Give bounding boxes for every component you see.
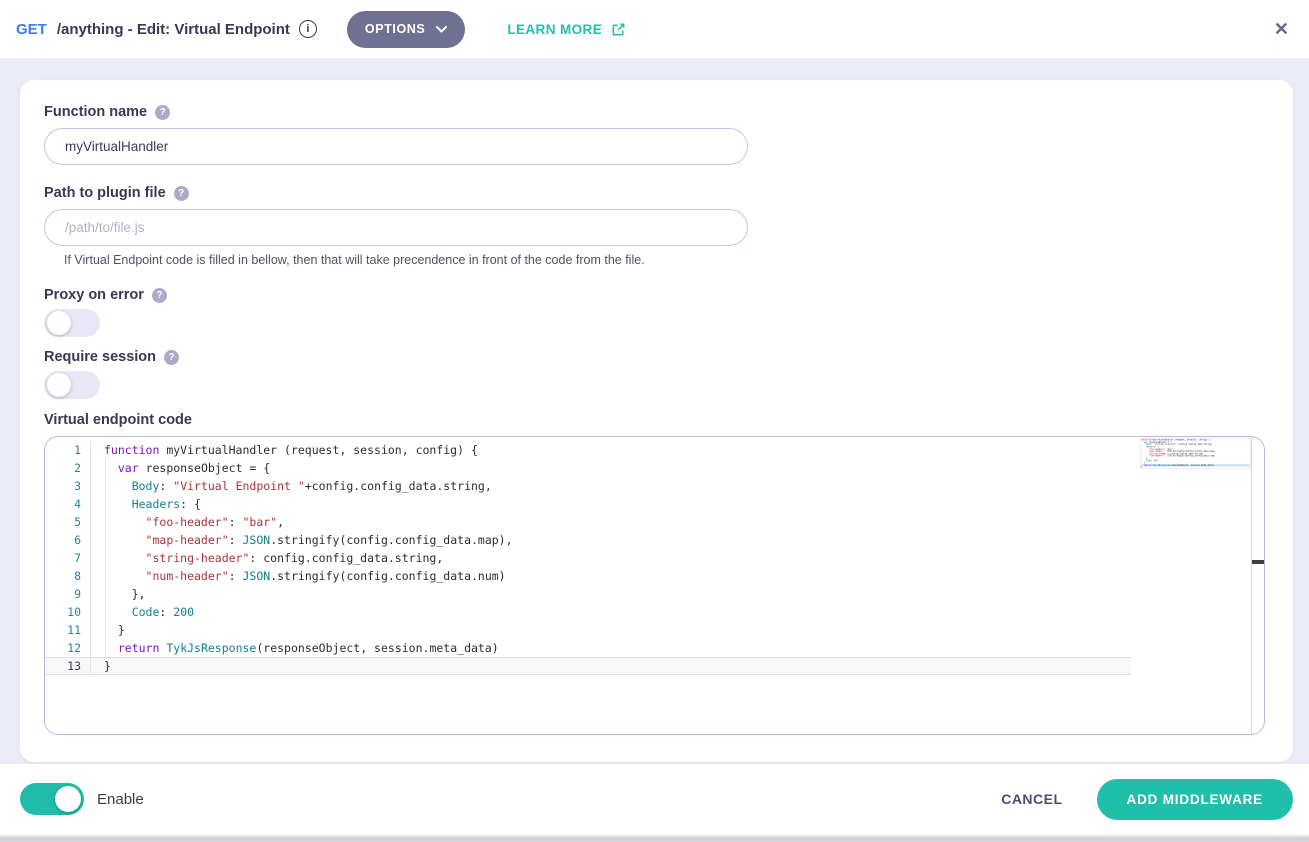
line-number: 5	[45, 513, 91, 531]
toggle-knob	[47, 373, 71, 397]
plugin-path-label-text: Path to plugin file	[44, 185, 166, 201]
function-name-label: Function name ?	[44, 104, 1265, 120]
plugin-path-input[interactable]	[44, 209, 748, 246]
info-icon[interactable]: i	[299, 20, 317, 38]
line-number: 7	[45, 549, 91, 567]
proxy-on-error-label-text: Proxy on error	[44, 287, 144, 303]
code-line[interactable]: 11 }	[45, 621, 1264, 639]
code-line[interactable]: 13}	[45, 657, 1131, 675]
line-number: 6	[45, 531, 91, 549]
bottom-shadow	[0, 834, 1309, 842]
code-line[interactable]: 5 "foo-header": "bar",	[45, 513, 1264, 531]
line-number: 13	[45, 657, 91, 675]
virtual-endpoint-editor: GET /anything - Edit: Virtual Endpoint i…	[0, 0, 1309, 842]
content-card: Function name ? Path to plugin file ? If…	[20, 80, 1293, 762]
code-line[interactable]: 9 },	[45, 585, 1264, 603]
line-number: 1	[45, 441, 91, 459]
code-line[interactable]: 10 Code: 200	[45, 603, 1264, 621]
minimap-content: function myVirtualHandler (request, sess…	[1141, 439, 1251, 469]
learn-more-label: LEARN MORE	[507, 22, 602, 37]
line-number: 4	[45, 495, 91, 513]
code-line-text: "num-header": JSON.stringify(config.conf…	[91, 567, 506, 585]
function-name-input[interactable]	[44, 128, 748, 165]
code-line-text: "string-header": config.config_data.stri…	[91, 549, 443, 567]
code-line-text: var responseObject = {	[91, 459, 270, 477]
toggle-knob	[55, 786, 81, 812]
plugin-path-label: Path to plugin file ?	[44, 185, 1265, 201]
scrollbar-track[interactable]	[1251, 437, 1264, 734]
toggle-knob	[47, 311, 71, 335]
minimap[interactable]: function myVirtualHandler (request, sess…	[1140, 438, 1251, 469]
code-line[interactable]: 7 "string-header": config.config_data.st…	[45, 549, 1264, 567]
help-icon[interactable]: ?	[155, 105, 170, 120]
line-number: 3	[45, 477, 91, 495]
proxy-on-error-label: Proxy on error ?	[44, 287, 1265, 303]
code-line-text: }	[91, 621, 125, 639]
help-icon[interactable]: ?	[164, 350, 179, 365]
line-number: 2	[45, 459, 91, 477]
code-line[interactable]: 6 "map-header": JSON.stringify(config.co…	[45, 531, 1264, 549]
line-number: 8	[45, 567, 91, 585]
code-line[interactable]: 2 var responseObject = {	[45, 459, 1264, 477]
main-area: Function name ? Path to plugin file ? If…	[0, 59, 1309, 764]
code-line[interactable]: 8 "num-header": JSON.stringify(config.co…	[45, 567, 1264, 585]
options-button-label: OPTIONS	[365, 22, 425, 36]
indent-guide	[105, 459, 106, 657]
proxy-on-error-toggle[interactable]	[44, 309, 100, 337]
code-line-text: },	[91, 585, 146, 603]
external-link-icon	[611, 22, 626, 37]
code-line-text: Body: "Virtual Endpoint "+config.config_…	[91, 477, 492, 495]
code-line-text: Code: 200	[91, 603, 194, 621]
plugin-path-helper: If Virtual Endpoint code is filled in be…	[64, 253, 1265, 267]
code-line[interactable]: 3 Body: "Virtual Endpoint "+config.confi…	[45, 477, 1264, 495]
code-lines[interactable]: 1function myVirtualHandler (request, ses…	[45, 437, 1264, 734]
code-line[interactable]: 4 Headers: {	[45, 495, 1264, 513]
line-number: 11	[45, 621, 91, 639]
scrollbar-marker[interactable]	[1252, 560, 1264, 564]
help-icon[interactable]: ?	[174, 186, 189, 201]
code-line-text: "map-header": JSON.stringify(config.conf…	[91, 531, 513, 549]
require-session-label-text: Require session	[44, 349, 156, 365]
enable-label: Enable	[97, 791, 144, 808]
options-button[interactable]: OPTIONS	[347, 11, 465, 48]
enable-toggle[interactable]	[20, 783, 84, 815]
code-line-text: function myVirtualHandler (request, sess…	[91, 441, 478, 459]
top-bar: GET /anything - Edit: Virtual Endpoint i…	[0, 0, 1309, 59]
require-session-label: Require session ?	[44, 349, 1265, 365]
chevron-down-icon	[436, 26, 447, 33]
require-session-toggle[interactable]	[44, 371, 100, 399]
close-icon[interactable]: ✕	[1274, 20, 1289, 38]
method-badge: GET	[16, 21, 47, 38]
code-editor-label-text: Virtual endpoint code	[44, 412, 192, 428]
code-line-text: }	[91, 657, 111, 675]
code-line-text: "foo-header": "bar",	[91, 513, 284, 531]
line-number: 12	[45, 639, 91, 657]
line-number: 9	[45, 585, 91, 603]
line-number: 10	[45, 603, 91, 621]
code-line-text: Headers: {	[91, 495, 201, 513]
code-editor-label: Virtual endpoint code	[44, 412, 1265, 428]
code-line-text: return TykJsResponse(responseObject, ses…	[91, 639, 499, 657]
endpoint-title: /anything - Edit: Virtual Endpoint	[57, 21, 290, 38]
cancel-button[interactable]: CANCEL	[1001, 791, 1062, 807]
minimap-line: }	[1141, 467, 1251, 469]
code-editor[interactable]: 1function myVirtualHandler (request, ses…	[44, 436, 1265, 735]
code-line[interactable]: 12 return TykJsResponse(responseObject, …	[45, 639, 1264, 657]
add-middleware-button[interactable]: ADD MIDDLEWARE	[1097, 779, 1293, 820]
learn-more-link[interactable]: LEARN MORE	[507, 22, 626, 37]
help-icon[interactable]: ?	[152, 288, 167, 303]
footer-bar: Enable CANCEL ADD MIDDLEWARE	[0, 764, 1309, 834]
function-name-label-text: Function name	[44, 104, 147, 120]
code-line[interactable]: 1function myVirtualHandler (request, ses…	[45, 441, 1264, 459]
